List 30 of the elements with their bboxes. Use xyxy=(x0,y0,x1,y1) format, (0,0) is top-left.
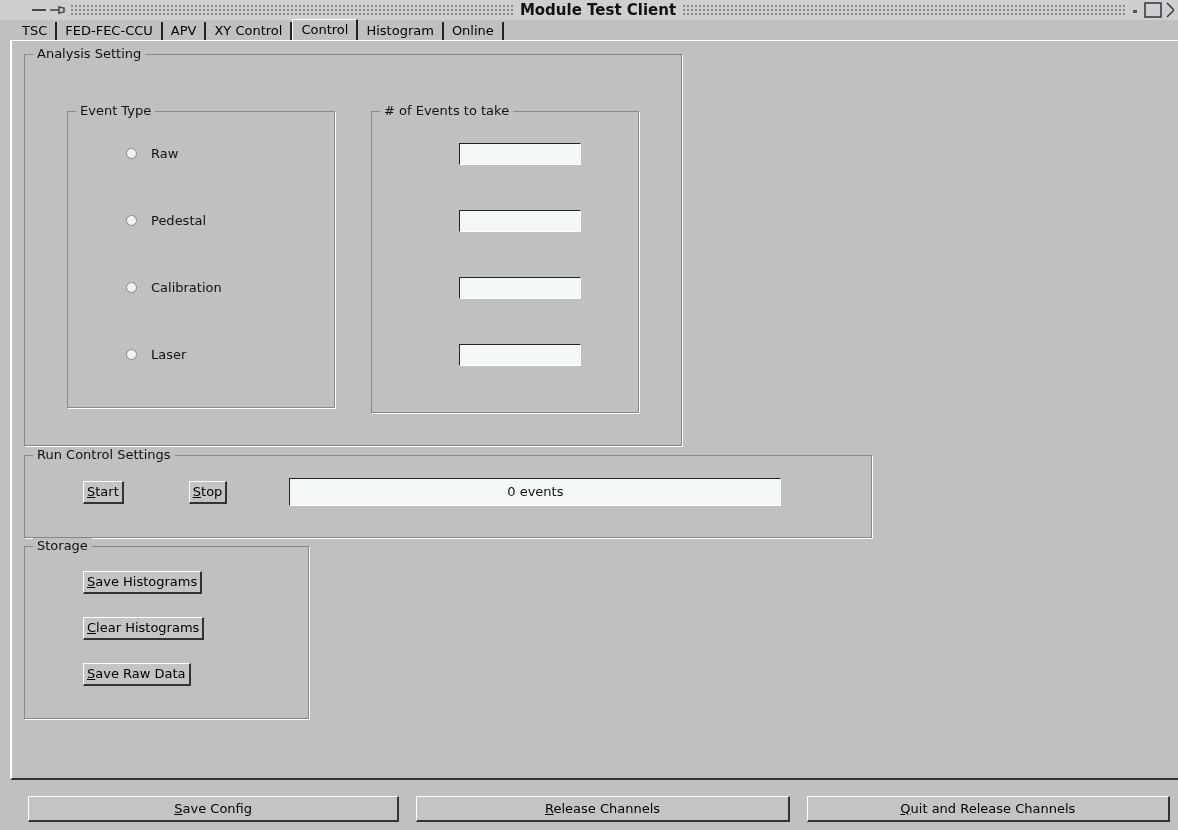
maximize-icon[interactable] xyxy=(1144,2,1162,18)
radio-button[interactable] xyxy=(126,148,137,159)
radio-button[interactable] xyxy=(126,215,137,226)
radio-label: Calibration xyxy=(151,278,222,297)
group-title: Storage xyxy=(33,538,92,554)
input-field[interactable] xyxy=(459,143,581,165)
push-button[interactable]: Save Histograms xyxy=(83,571,203,594)
radio-label: Laser xyxy=(151,345,187,364)
status-field: 0 events xyxy=(289,478,782,506)
input-field[interactable] xyxy=(459,277,581,299)
close-icon[interactable] xyxy=(1166,2,1174,18)
push-button[interactable]: Release Channels xyxy=(416,796,790,822)
group-title: Run Control Settings xyxy=(33,447,175,463)
group-title: Analysis Setting xyxy=(33,46,146,62)
push-button[interactable]: Save Config xyxy=(28,796,400,822)
push-button[interactable]: Save Raw Data xyxy=(83,663,191,686)
tab[interactable]: Control xyxy=(292,19,359,40)
pin-icon[interactable] xyxy=(50,5,66,15)
push-button[interactable]: Start xyxy=(83,480,124,504)
group-title: Event Type xyxy=(76,103,156,119)
input-field[interactable] xyxy=(459,210,581,232)
push-button[interactable]: Stop xyxy=(188,480,228,504)
radio-label: Raw xyxy=(151,144,179,163)
input-field[interactable] xyxy=(459,344,581,366)
radio-label: Pedestal xyxy=(151,211,207,230)
push-button[interactable]: Clear Histograms xyxy=(83,617,205,640)
radio-button[interactable] xyxy=(126,349,137,360)
push-button[interactable]: Quit and Release Channels xyxy=(806,796,1170,822)
window-title: Module Test Client xyxy=(518,0,678,21)
radio-button[interactable] xyxy=(126,282,137,293)
